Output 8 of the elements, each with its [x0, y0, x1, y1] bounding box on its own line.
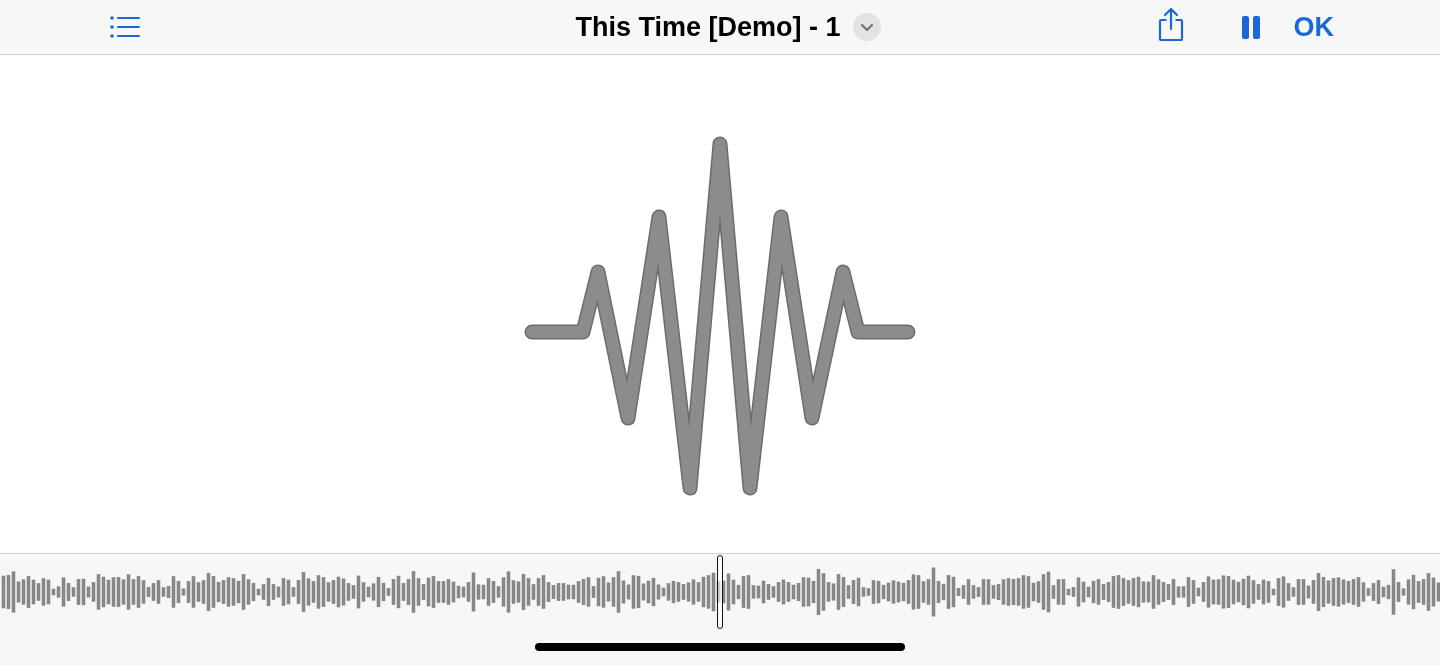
- sound-wave-icon: [524, 136, 916, 498]
- chevron-down-icon[interactable]: [852, 13, 881, 41]
- recording-title: This Time [Demo] - 1: [575, 11, 841, 43]
- list-icon[interactable]: [110, 16, 140, 38]
- share-icon[interactable]: [1156, 7, 1185, 41]
- ok-button[interactable]: OK: [1293, 11, 1334, 43]
- playhead-handle[interactable]: [717, 555, 723, 629]
- pause-icon[interactable]: [1241, 15, 1260, 39]
